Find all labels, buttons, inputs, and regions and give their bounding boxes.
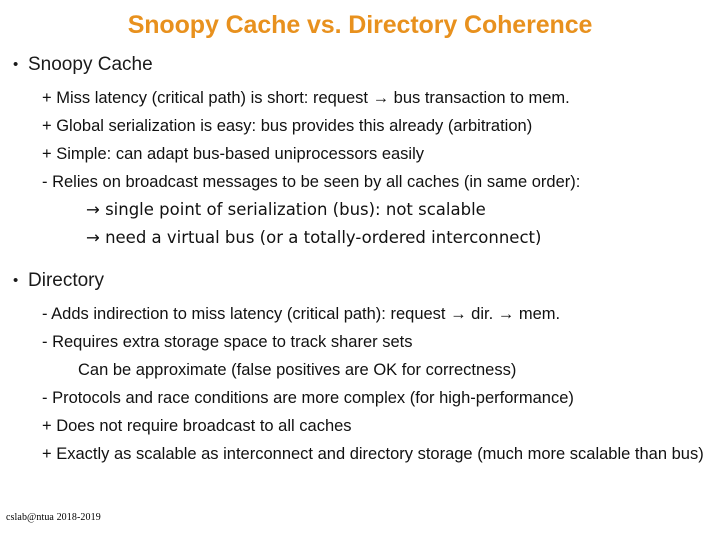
section-heading-directory: • Directory	[0, 266, 720, 295]
bullet-line-justified: + Exactly as scalable as interconnect an…	[42, 445, 704, 463]
bullet-line: + Miss latency (critical path) is short:…	[42, 89, 570, 107]
slide-body: • Snoopy Cache + Miss latency (critical …	[0, 50, 720, 468]
section-heading-label: Directory	[28, 270, 105, 291]
section-heading-snoopy-cache: • Snoopy Cache	[0, 50, 720, 79]
bullet-line: - Protocols and race conditions are more…	[42, 389, 574, 407]
section-body-snoopy-cache: + Miss latency (critical path) is short:…	[0, 79, 720, 252]
bullet-subline: → single point of serialization (bus): n…	[86, 200, 486, 219]
slide-canvas: Snoopy Cache vs. Directory Coherence • S…	[0, 0, 720, 540]
bullet-line: - Requires extra storage space to track …	[42, 333, 413, 351]
slide-title: Snoopy Cache vs. Directory Coherence	[127, 11, 593, 39]
bullet-line: - Adds indirection to miss latency (crit…	[42, 305, 561, 323]
bullet-line: + Global serialization is easy: bus prov…	[42, 117, 533, 135]
bullet-subline: Can be approximate (false positives are …	[78, 361, 517, 379]
footer-credit: cslab@ntua 2018-2019	[6, 512, 101, 523]
section-body-directory: - Adds indirection to miss latency (crit…	[0, 295, 720, 468]
bullet-subline: → need a virtual bus (or a totally-order…	[86, 228, 542, 247]
bullet-dot-icon: •	[13, 56, 19, 73]
bullet-line: + Does not require broadcast to all cach…	[42, 417, 352, 435]
bullet-dot-icon: •	[13, 272, 19, 289]
bullet-line: - Relies on broadcast messages to be see…	[42, 173, 581, 191]
bullet-line: + Simple: can adapt bus-based uniprocess…	[42, 145, 425, 163]
section-heading-label: Snoopy Cache	[28, 54, 153, 75]
